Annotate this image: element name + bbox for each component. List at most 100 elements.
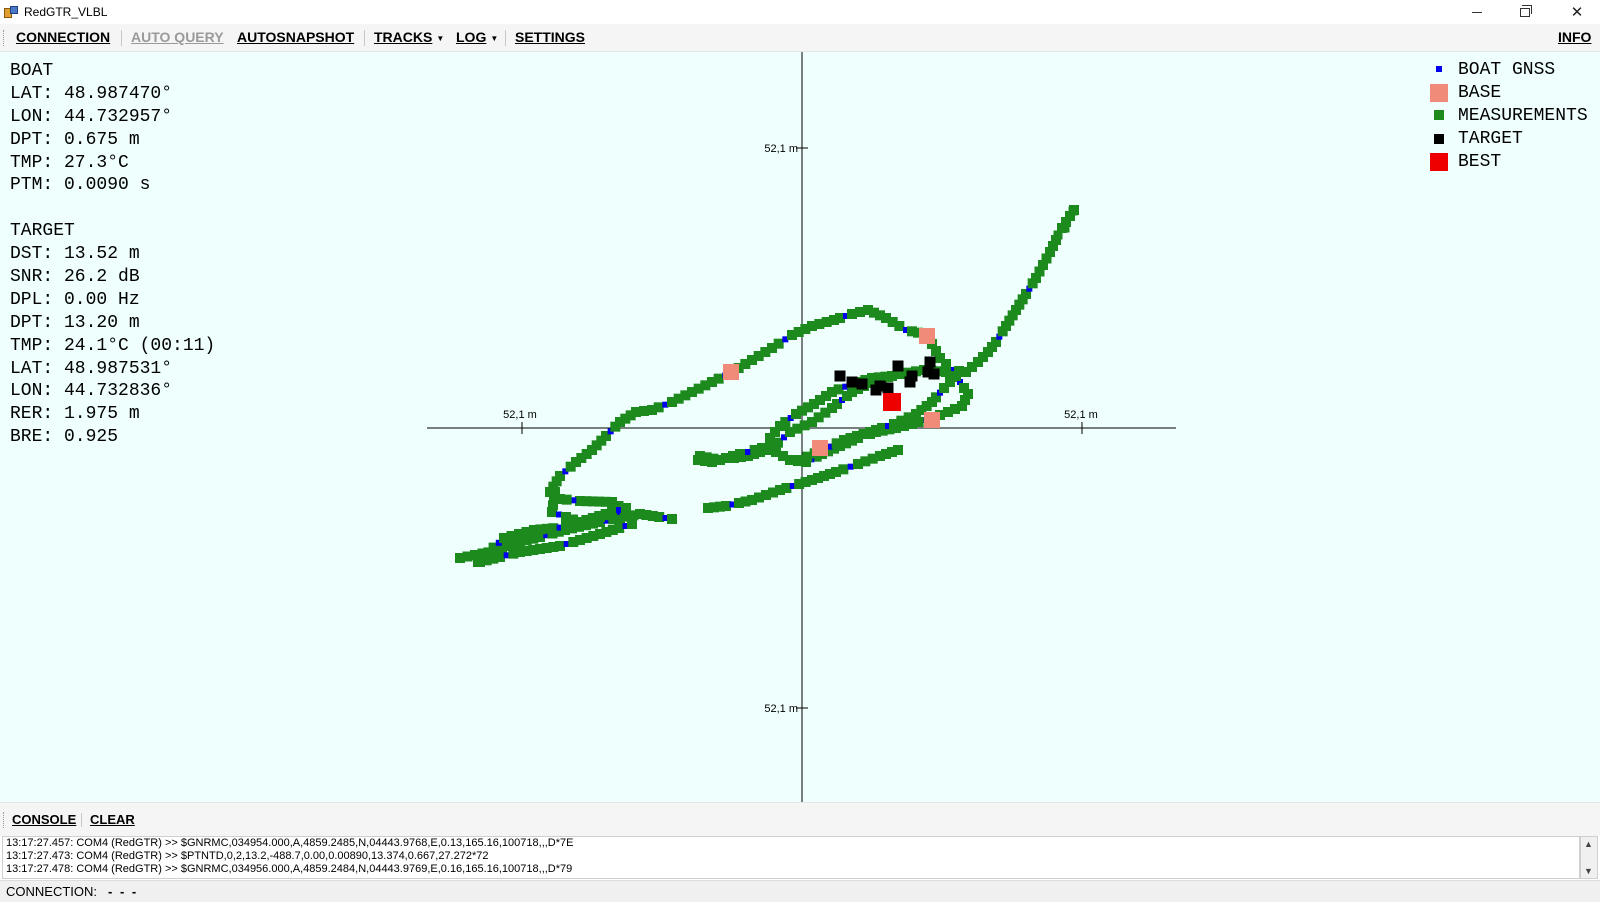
console-scrollbar[interactable]: ▲ ▼ (1580, 836, 1598, 879)
window-title: RedGTR_VLBL (24, 5, 108, 19)
measurement-point (833, 384, 844, 395)
target-snr: SNR: 26.2 dB (10, 267, 140, 288)
legend-best-label: BEST (1458, 152, 1502, 172)
dropdown-arrow-icon: ▼ (436, 33, 445, 43)
boat-tmp: TMP: 27.3°C (10, 152, 129, 173)
target-rer: RER: 1.975 m (10, 404, 140, 425)
legend-base-label: BASE (1458, 83, 1502, 103)
menu-log[interactable]: LOG ▼ (456, 29, 498, 45)
restore-button[interactable] (1502, 0, 1548, 24)
target-point (882, 382, 894, 394)
measurements-marker-icon (1434, 110, 1444, 120)
info-panel: BOAT LAT: 48.987470° LON: 44.732957° DPT… (10, 60, 215, 449)
status-value: - - - (108, 884, 139, 899)
target-bre: BRE: 0.925 (10, 427, 119, 448)
measurement-point (607, 507, 617, 517)
console-toolbar: CONSOLE CLEAR (0, 802, 1600, 836)
boat-gnss-point (847, 463, 854, 470)
axis-label-right: 52,1 m (1064, 409, 1098, 421)
console-label[interactable]: CONSOLE (12, 812, 76, 827)
boat-lat: LAT: 48.987470° (10, 83, 173, 104)
legend-target-label: TARGET (1458, 129, 1523, 149)
menu-tracks-label: TRACKS (374, 29, 433, 45)
target-lon: LON: 44.732836° (10, 381, 173, 402)
menu-bar: CONNECTION AUTO QUERY AUTOSNAPSHOT TRACK… (0, 24, 1600, 52)
minimize-icon (1472, 11, 1482, 13)
measurement-point (893, 445, 903, 455)
title-bar: RedGTR_VLBL ✕ (0, 0, 1600, 24)
measurement-point (555, 541, 565, 551)
track-plot: 52,1 m 52,1 m 52,1 m 52,1 m (427, 52, 1176, 802)
target-point (846, 376, 858, 388)
menu-info[interactable]: INFO (1558, 29, 1591, 45)
best-marker-icon (1430, 153, 1448, 171)
boat-gnss-point (744, 449, 751, 455)
measurement-point (575, 496, 585, 506)
restore-icon (1520, 4, 1532, 17)
target-header: TARGET (10, 221, 75, 242)
measurement-point (695, 451, 705, 461)
measurement-point (667, 514, 677, 524)
log-line: 13:17:27.457: COM4 (RedGTR) >> $GNRMC,03… (6, 837, 574, 849)
plot-area[interactable]: 52,1 m 52,1 m 52,1 m 52,1 m BOAT LAT: 48… (0, 52, 1600, 802)
target-point (924, 356, 936, 368)
measurement-point (951, 371, 961, 381)
dropdown-arrow-icon: ▼ (490, 33, 499, 43)
measurement-point (1068, 206, 1078, 216)
measurement-point (627, 519, 637, 529)
console-log[interactable]: 13:17:27.457: COM4 (RedGTR) >> $GNRMC,03… (2, 836, 1580, 879)
measurement-point (713, 373, 724, 384)
menu-log-label: LOG (456, 29, 487, 45)
measurement-point (547, 507, 557, 517)
log-line: 13:17:27.473: COM4 (RedGTR) >> $PTNTD,0,… (6, 850, 489, 862)
close-icon: ✕ (1570, 4, 1584, 21)
boat-ptm: PTM: 0.0090 s (10, 175, 151, 196)
base-point (924, 412, 940, 428)
target-dst: DST: 13.52 m (10, 244, 140, 265)
status-label: CONNECTION: (6, 884, 97, 899)
menu-auto-query[interactable]: AUTO QUERY (131, 29, 224, 45)
boat-lon: LON: 44.732957° (10, 106, 173, 127)
menu-grip (3, 30, 5, 46)
base-marker-icon (1430, 84, 1448, 102)
menu-autosnapshot[interactable]: AUTOSNAPSHOT (237, 29, 354, 45)
status-bar: CONNECTION: - - - (0, 880, 1600, 902)
menu-separator (364, 30, 365, 46)
target-point (904, 376, 916, 388)
target-point (856, 378, 868, 390)
boat-gnss-marker-icon (1436, 66, 1442, 72)
legend-best: BEST (1428, 152, 1588, 175)
target-dpt: DPT: 13.20 m (10, 312, 140, 333)
legend-boat-gnss-label: BOAT GNSS (1458, 60, 1556, 80)
base-point (812, 440, 828, 456)
target-tmp: TMP: 24.1°C (00:11) (10, 335, 216, 356)
scroll-up-icon[interactable]: ▲ (1584, 839, 1593, 849)
close-button[interactable]: ✕ (1554, 0, 1600, 24)
minimize-button[interactable] (1454, 0, 1500, 24)
clear-button[interactable]: CLEAR (90, 812, 135, 827)
legend-measurements: MEASUREMENTS (1428, 106, 1588, 129)
boat-header: BOAT (10, 61, 54, 81)
best-point (883, 393, 901, 411)
measurement-point (749, 445, 760, 455)
measurement-point (653, 402, 664, 413)
target-point (892, 360, 904, 372)
log-line: 13:17:27.478: COM4 (RedGTR) >> $GNRMC,03… (6, 863, 573, 875)
menu-settings[interactable]: SETTINGS (515, 29, 585, 45)
toolbar-grip (3, 812, 5, 828)
measurement-point (773, 338, 784, 349)
axis-label-bottom: 52,1 m (764, 703, 798, 715)
app-icon (4, 5, 18, 19)
menu-separator (505, 30, 506, 46)
scroll-down-icon[interactable]: ▼ (1584, 866, 1593, 876)
menu-connection[interactable]: CONNECTION (16, 29, 110, 45)
menu-tracks[interactable]: TRACKS ▼ (374, 29, 444, 45)
measurement-point (887, 371, 897, 381)
base-point (919, 328, 935, 344)
measurement-point (838, 464, 849, 475)
measurement-point (495, 552, 505, 562)
menu-separator (121, 30, 122, 46)
target-dpl: DPL: 0.00 Hz (10, 289, 140, 310)
measurement-point (621, 503, 631, 513)
